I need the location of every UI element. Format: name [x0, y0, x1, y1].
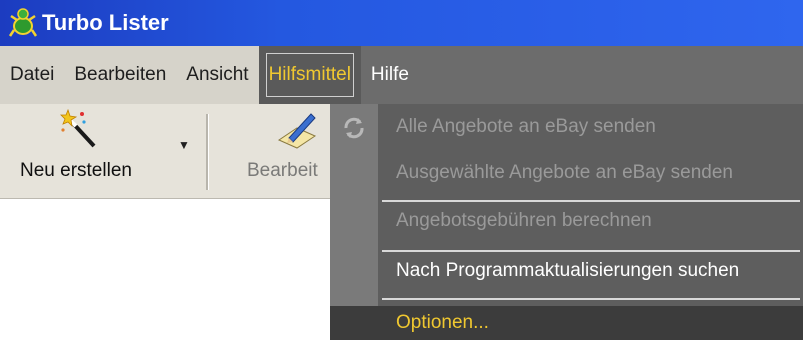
menu-datei[interactable]: Datei	[0, 46, 64, 104]
turbo-lister-turtle-icon	[8, 8, 38, 37]
menu-separator	[382, 298, 800, 300]
toolbar: Neu erstellen ▼ Bearbeit	[0, 104, 330, 199]
menu-item-send-all[interactable]: Alle Angebote an eBay senden	[396, 116, 656, 138]
edit-listing-button[interactable]: Bearbeit	[215, 104, 330, 198]
menu-item-send-selected[interactable]: Ausgewählte Angebote an eBay senden	[396, 162, 733, 184]
toolbar-separator	[206, 114, 209, 190]
menu-separator	[382, 250, 800, 252]
hilfsmittel-dropdown-menu: Alle Angebote an eBay senden Ausgewählte…	[330, 104, 803, 340]
send-refresh-icon	[344, 117, 364, 139]
menu-item-check-updates[interactable]: Nach Programmaktualisierungen suchen	[396, 260, 739, 282]
menu-bar: Datei Bearbeiten Ansicht Hilfsmittel Hil…	[0, 46, 803, 104]
new-listing-button[interactable]: Neu erstellen ▼	[0, 104, 205, 198]
new-listing-label: Neu erstellen	[20, 160, 132, 181]
edit-pencil-icon	[277, 113, 317, 149]
title-bar: Turbo Lister	[0, 0, 803, 46]
menu-item-options[interactable]: Optionen...	[396, 312, 489, 334]
dropdown-arrow-icon[interactable]: ▼	[178, 138, 190, 152]
window-title: Turbo Lister	[42, 10, 169, 35]
magic-wand-icon	[60, 108, 96, 148]
menu-hilfsmittel[interactable]: Hilfsmittel	[258, 46, 361, 104]
menu-item-calc-fees[interactable]: Angebotsgebühren berechnen	[396, 210, 652, 232]
menu-hilfe[interactable]: Hilfe	[361, 46, 419, 104]
menu-separator	[382, 200, 800, 202]
menu-ansicht[interactable]: Ansicht	[176, 46, 258, 104]
menu-bearbeiten[interactable]: Bearbeiten	[64, 46, 176, 104]
edit-listing-label: Bearbeit	[247, 160, 318, 181]
